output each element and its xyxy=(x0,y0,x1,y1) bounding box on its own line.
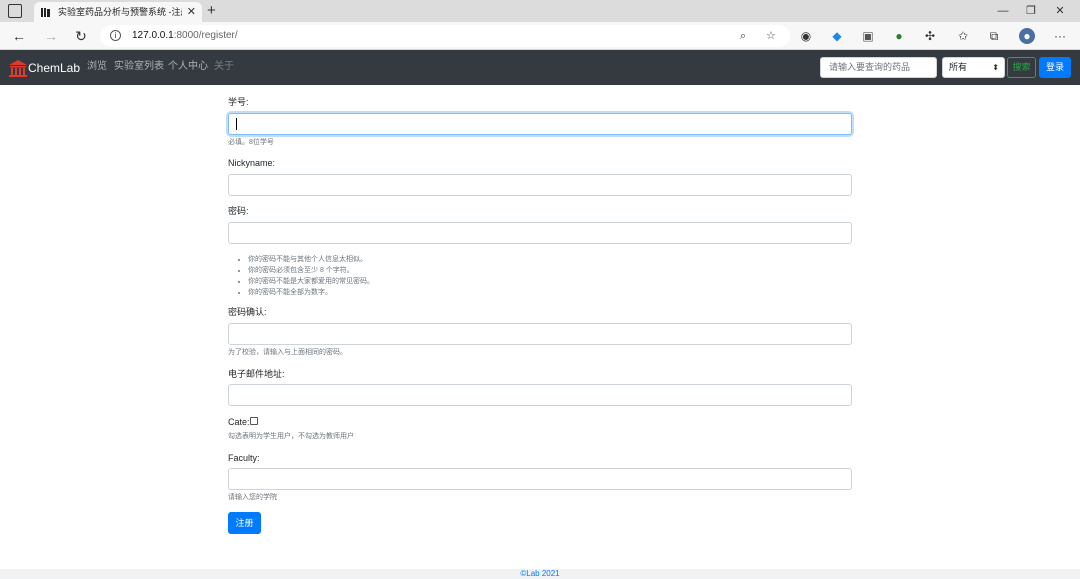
cate-label: Cate: xyxy=(228,417,250,427)
nickname-label: Nickyname: xyxy=(228,158,276,168)
nav-link-lab-list[interactable]: 实验室列表 xyxy=(114,60,164,74)
nav-link-about[interactable]: 关于 xyxy=(214,60,234,74)
site-info-icon[interactable]: i xyxy=(110,30,121,41)
password-help-item: 你的密码不能是大家都爱用的常见密码。 xyxy=(248,276,374,287)
faculty-label: Faculty: xyxy=(228,453,260,463)
site-favicon-icon xyxy=(41,8,50,17)
browser-tab[interactable]: 实验室药品分析与预警系统 -注册 ✕ xyxy=(34,2,202,22)
category-select[interactable]: 所有 ⬍ xyxy=(942,57,1005,78)
address-bar: ← → ↻ i 127.0.0.1:8000/register/ ⌕ ☆ ◉ ◆… xyxy=(0,22,1080,50)
password-help-item: 你的密码不能全部为数字。 xyxy=(248,287,374,298)
refresh-icon[interactable]: ↻ xyxy=(70,26,92,46)
extension-icon[interactable]: ● xyxy=(891,28,907,44)
password-help-item: 你的密码必须包含至少 8 个字符。 xyxy=(248,265,374,276)
profile-avatar[interactable]: ● xyxy=(1019,28,1035,44)
browser-tabstrip: 实验室药品分析与预警系统 -注册 ✕ + — ❐ ✕ xyxy=(0,0,1080,22)
extension-icon[interactable]: ◉ xyxy=(798,28,814,44)
search-button[interactable]: 搜索 xyxy=(1007,57,1036,78)
text-cursor xyxy=(236,118,237,130)
url-field[interactable]: i 127.0.0.1:8000/register/ ⌕ ☆ xyxy=(100,25,790,47)
forward-icon[interactable]: → xyxy=(40,26,62,46)
new-tab-icon[interactable]: + xyxy=(207,1,216,21)
extension-icon[interactable]: ▣ xyxy=(860,28,876,44)
email-input[interactable] xyxy=(228,384,852,406)
brand-name: ChemLab xyxy=(28,61,81,75)
password-confirm-label: 密码确认: xyxy=(228,307,267,317)
student-id-input[interactable] xyxy=(228,113,852,135)
footer-copyright[interactable]: ©Lab 2021 xyxy=(520,569,559,578)
close-tab-icon[interactable]: ✕ xyxy=(187,2,196,22)
register-button[interactable]: 注册 xyxy=(228,512,261,534)
cate-help: 勾选表明为学生用户，不勾选为教师用户 xyxy=(228,433,354,440)
restore-icon[interactable]: ❐ xyxy=(1016,0,1046,22)
nickname-input[interactable] xyxy=(228,174,852,196)
drug-search-input[interactable]: 请输入要查询的药品 xyxy=(820,57,937,78)
email-label: 电子邮件地址: xyxy=(228,369,285,379)
url-text: 127.0.0.1:8000/register/ xyxy=(132,30,238,41)
lab-building-icon xyxy=(9,60,27,77)
password-input[interactable] xyxy=(228,222,852,244)
cate-checkbox[interactable] xyxy=(250,417,258,425)
password-confirm-help: 为了校验，请输入与上面相同的密码。 xyxy=(228,349,347,356)
student-id-help: 必填。8位学号 xyxy=(228,139,274,146)
login-button[interactable]: 登录 xyxy=(1039,57,1071,78)
password-help-item: 你的密码不能与其他个人信息太相似。 xyxy=(248,254,374,265)
workspaces-icon[interactable] xyxy=(8,4,22,18)
more-menu-icon[interactable]: ··· xyxy=(1052,28,1068,44)
close-window-icon[interactable]: ✕ xyxy=(1045,0,1075,22)
extension-icon[interactable]: ◆ xyxy=(829,28,845,44)
favorites-icon[interactable]: ✩ xyxy=(955,28,971,44)
site-navbar: ChemLab 浏览 实验室列表 个人中心 关于 请输入要查询的药品 所有 ⬍ … xyxy=(0,50,1080,85)
zoom-icon[interactable]: ⌕ xyxy=(740,25,746,47)
nav-link-browse[interactable]: 浏览 xyxy=(87,60,107,74)
footer: ©Lab 2021 xyxy=(0,569,1080,579)
favorite-icon[interactable]: ☆ xyxy=(766,25,776,47)
minimize-icon[interactable]: — xyxy=(988,0,1018,22)
password-confirm-input[interactable] xyxy=(228,323,852,345)
password-help-list: 你的密码不能与其他个人信息太相似。 你的密码必须包含至少 8 个字符。 你的密码… xyxy=(240,254,374,298)
category-select-value: 所有 xyxy=(949,62,968,72)
extensions-puzzle-icon[interactable]: ✣ xyxy=(922,28,938,44)
student-id-label: 学号: xyxy=(228,97,249,107)
faculty-input[interactable] xyxy=(228,468,852,490)
tab-title: 实验室药品分析与预警系统 -注册 xyxy=(58,7,182,17)
password-label: 密码: xyxy=(228,206,249,216)
collections-icon[interactable]: ⧉ xyxy=(986,28,1002,44)
faculty-help: 请输入您的学院 xyxy=(228,494,277,501)
back-icon[interactable]: ← xyxy=(8,26,30,46)
select-caret-icon: ⬍ xyxy=(992,63,999,72)
nav-link-profile[interactable]: 个人中心 xyxy=(168,60,208,74)
